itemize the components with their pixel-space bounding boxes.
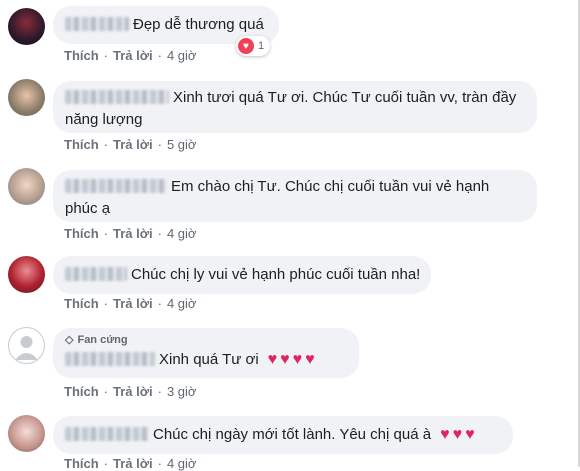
comment-bubble: ◇ Fan cứng Xinh quá Tư ơi ♥ ♥ ♥ ♥ (53, 328, 359, 378)
comment-meta: Thích · Trả lời · 3 giờ (64, 384, 197, 399)
default-avatar-icon (15, 336, 38, 360)
author-name[interactable] (65, 267, 127, 281)
timestamp[interactable]: 4 giờ (167, 226, 197, 241)
like-link[interactable]: Thích (64, 296, 99, 311)
comment-meta: Thích · Trả lời · 4 giờ (64, 226, 197, 241)
timestamp[interactable]: 5 giờ (167, 137, 197, 152)
timestamp[interactable]: 3 giờ (167, 384, 197, 399)
comment-text: Chúc chị ngày mới tốt lành. Yêu chị quá … (153, 426, 432, 443)
author-name[interactable] (65, 179, 167, 193)
comment-text: Xinh tươi quá Tư ơi. Chúc Tư cuối tuần v… (173, 89, 517, 106)
author-name[interactable] (65, 17, 129, 31)
like-link[interactable]: Thích (64, 137, 99, 152)
comment-bubble: Em chào chị Tư. Chúc chị cuối tuần vui v… (53, 170, 537, 222)
comment-meta: Thích · Trả lời · 4 giờ (64, 296, 197, 311)
comment-meta: Thích · Trả lời · 4 giờ (64, 456, 197, 471)
heart-emoji-icon: ♥ ♥ ♥ (440, 426, 475, 443)
timestamp[interactable]: 4 giờ (167, 296, 197, 311)
diamond-icon: ◇ (65, 334, 74, 346)
reply-link[interactable]: Trả lời (113, 384, 153, 399)
like-link[interactable]: Thích (64, 456, 99, 471)
heart-emoji-icon: ♥ ♥ ♥ ♥ (267, 351, 315, 368)
comment-meta: Thích · Trả lời · 4 giờ (64, 48, 197, 63)
author-name[interactable] (65, 352, 155, 366)
author-name[interactable] (65, 90, 169, 104)
comment-text: Đẹp dễ thương quá (133, 16, 264, 33)
like-link[interactable]: Thích (64, 226, 99, 241)
reply-link[interactable]: Trả lời (113, 456, 153, 471)
reaction-count[interactable]: ♥ 1 (236, 36, 271, 56)
comment-bubble: Xinh tươi quá Tư ơi. Chúc Tư cuối tuần v… (53, 81, 537, 133)
timestamp[interactable]: 4 giờ (167, 48, 197, 63)
reply-link[interactable]: Trả lời (113, 48, 153, 63)
comment-text: Em chào chị Tư. Chúc chị cuối tuần vui v… (171, 178, 490, 195)
reply-link[interactable]: Trả lời (113, 137, 153, 152)
avatar[interactable] (8, 327, 45, 364)
comment-bubble: Chúc chị ngày mới tốt lành. Yêu chị quá … (53, 416, 513, 454)
author-name[interactable] (65, 427, 149, 441)
heart-icon: ♥ (238, 38, 254, 54)
fan-badge[interactable]: ◇ Fan cứng (65, 333, 347, 347)
comment-text: Xinh quá Tư ơi (159, 351, 259, 368)
reply-link[interactable]: Trả lời (113, 296, 153, 311)
avatar[interactable] (8, 256, 45, 293)
reply-link[interactable]: Trả lời (113, 226, 153, 241)
avatar[interactable] (8, 168, 45, 205)
comment-meta: Thích · Trả lời · 5 giờ (64, 137, 197, 152)
like-link[interactable]: Thích (64, 48, 99, 63)
avatar[interactable] (8, 79, 45, 116)
comment-bubble: Chúc chị ly vui vẻ hạnh phúc cuối tuần n… (53, 256, 431, 294)
comment-text: Chúc chị ly vui vẻ hạnh phúc cuối tuần n… (131, 266, 421, 283)
comment-text-cont: năng lượng (65, 111, 143, 128)
avatar[interactable] (8, 8, 45, 45)
like-link[interactable]: Thích (64, 384, 99, 399)
comment-text-cont: phúc ạ (65, 200, 111, 217)
timestamp[interactable]: 4 giờ (167, 456, 197, 471)
avatar[interactable] (8, 415, 45, 452)
